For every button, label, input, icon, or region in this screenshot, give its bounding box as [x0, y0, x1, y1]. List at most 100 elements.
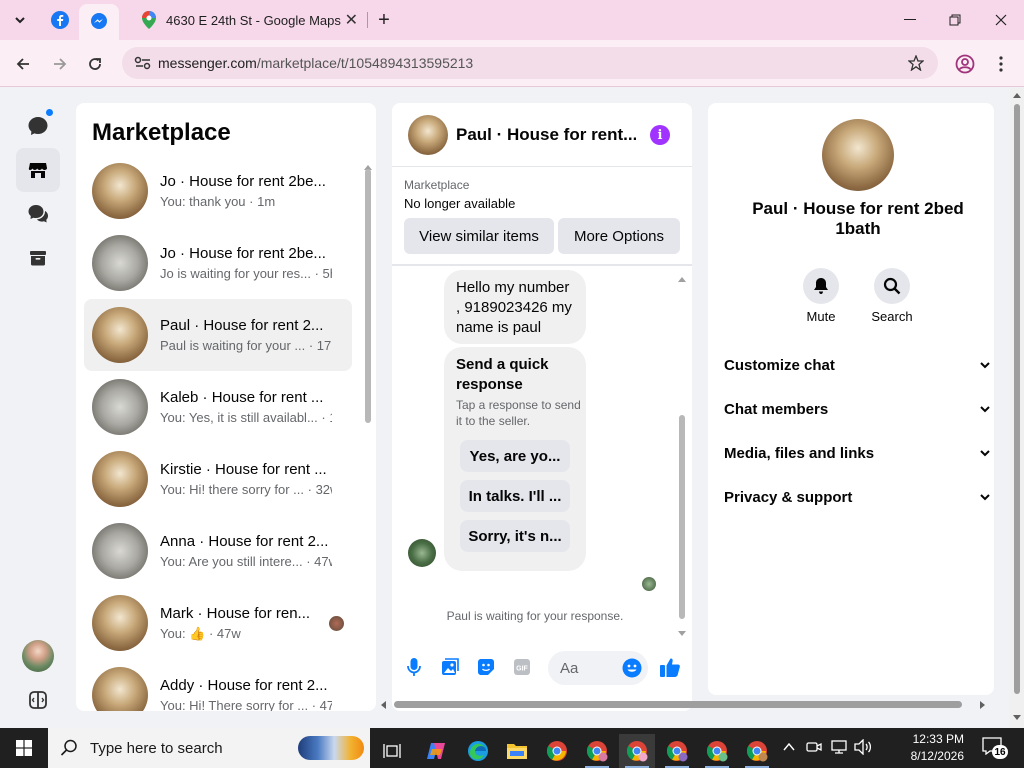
- conversation-item[interactable]: Anna · House for rent 2... You: Are you s…: [84, 515, 352, 587]
- conversation-item[interactable]: Jo · House for rent 2be... Jo is waiting …: [84, 227, 352, 299]
- search-label: Search: [871, 309, 913, 324]
- taskbar-search-box[interactable]: Type here to search: [48, 728, 370, 768]
- toggle-sidebar-button[interactable]: [16, 678, 60, 722]
- task-view-icon: [383, 744, 401, 758]
- scroll-up-arrow[interactable]: [1013, 92, 1021, 98]
- sticker-icon[interactable]: [476, 657, 496, 677]
- profile-button[interactable]: [951, 50, 979, 78]
- quick-reply-button[interactable]: Yes, are yo...: [460, 440, 570, 472]
- tab-search-dropdown[interactable]: [7, 7, 33, 33]
- requests-nav-button[interactable]: [16, 192, 60, 236]
- tab-separator: [367, 12, 368, 28]
- restore-button[interactable]: [935, 8, 975, 32]
- listing-thumbnail[interactable]: [408, 114, 448, 155]
- chrome-profile-4-button[interactable]: [699, 734, 735, 768]
- conversation-item[interactable]: Kirstie · House for rent ... You: Hi! the…: [84, 443, 352, 515]
- new-tab-button[interactable]: +: [371, 7, 397, 33]
- chat-members-section[interactable]: Chat members: [724, 394, 990, 424]
- bell-icon: [814, 278, 828, 294]
- chrome-profile-1-button[interactable]: [579, 734, 615, 768]
- bookmark-star-icon[interactable]: [908, 55, 924, 71]
- forward-button[interactable]: [46, 50, 74, 78]
- chat-title[interactable]: Paul · House for rent...: [456, 125, 636, 145]
- close-tab-icon[interactable]: ✕: [345, 10, 358, 30]
- copilot-button[interactable]: [418, 734, 454, 768]
- like-send-button[interactable]: [658, 655, 682, 679]
- close-window-button[interactable]: [981, 8, 1021, 32]
- chat-scroll-up-arrow[interactable]: [678, 269, 686, 282]
- tab-google-maps[interactable]: 4630 E 24th St - Google Maps ✕: [132, 6, 364, 34]
- chat-scroll-down-arrow[interactable]: [678, 624, 686, 636]
- archive-icon: [30, 251, 46, 266]
- back-button[interactable]: [9, 50, 37, 78]
- message-input-placeholder: Aa: [560, 659, 579, 677]
- scroll-right-arrow[interactable]: [980, 701, 986, 709]
- notifications-button[interactable]: 16: [982, 737, 1008, 759]
- chrome-profile-3-button[interactable]: [659, 734, 695, 768]
- chrome-profile-2-button[interactable]: [619, 734, 655, 768]
- conversation-snippet: You: 👍 · 47w: [160, 625, 241, 641]
- clock-date[interactable]: 8/12/2026: [890, 749, 964, 763]
- page-vertical-scrollbar[interactable]: [1010, 88, 1024, 728]
- page-horizontal-scrollbar[interactable]: [378, 698, 992, 712]
- microphone-icon[interactable]: [404, 657, 424, 677]
- chat-header: Paul · House for rent... i: [392, 103, 692, 167]
- start-button[interactable]: [0, 728, 48, 768]
- conversation-item[interactable]: Jo · House for rent 2be... You: thank you…: [84, 155, 352, 227]
- user-avatar-button[interactable]: [16, 634, 60, 678]
- clock-time[interactable]: 12:33 PM: [890, 732, 964, 746]
- chrome-icon: [586, 741, 608, 762]
- network-icon[interactable]: [830, 739, 848, 760]
- media-files-links-section[interactable]: Media, files and links: [724, 438, 990, 468]
- search-highlight-image[interactable]: [298, 736, 364, 760]
- chat-scrollbar-thumb[interactable]: [679, 415, 685, 619]
- address-bar[interactable]: messenger.com/marketplace/t/105489431359…: [122, 47, 938, 79]
- archive-nav-button[interactable]: [16, 236, 60, 280]
- chrome-button[interactable]: [539, 734, 575, 768]
- minimize-button[interactable]: [890, 8, 930, 32]
- page-scrollbar-thumb[interactable]: [1014, 104, 1020, 694]
- scroll-up-arrow[interactable]: [364, 157, 372, 170]
- mute-button[interactable]: [803, 268, 839, 304]
- meet-now-icon[interactable]: [806, 739, 822, 760]
- emoji-icon[interactable]: [622, 658, 642, 678]
- url-host: messenger.com: [158, 55, 257, 71]
- marketplace-nav-button[interactable]: [16, 148, 60, 192]
- customize-chat-section[interactable]: Customize chat: [724, 350, 990, 380]
- conversation-item[interactable]: Addy · House for rent 2... You: Hi! There…: [84, 659, 352, 711]
- listing-thumbnail: [92, 595, 148, 651]
- conversation-item[interactable]: Mark · House for ren... You: 👍 · 47w: [84, 587, 352, 659]
- reload-button[interactable]: [81, 50, 109, 78]
- volume-icon[interactable]: [854, 738, 872, 760]
- show-hidden-icons-button[interactable]: [782, 740, 796, 759]
- file-explorer-button[interactable]: [499, 734, 535, 768]
- conversation-item[interactable]: Kaleb · House for rent ... You: Yes, it i…: [84, 371, 352, 443]
- message-input[interactable]: Aa: [548, 651, 648, 685]
- conversation-info-panel: Paul · House for rent 2bed 1bath Mute Se…: [708, 103, 994, 695]
- site-settings-icon[interactable]: [134, 56, 152, 70]
- quick-reply-button[interactable]: Sorry, it's n...: [460, 520, 570, 552]
- view-similar-button[interactable]: View similar items: [404, 218, 554, 254]
- gif-icon[interactable]: GIF: [512, 657, 532, 677]
- conversation-item-selected[interactable]: Paul · House for rent 2... Paul is waitin…: [84, 299, 352, 371]
- chats-nav-button[interactable]: [16, 104, 60, 148]
- scroll-down-arrow[interactable]: [1013, 715, 1021, 721]
- browser-menu-button[interactable]: [987, 50, 1015, 78]
- chrome-profile-5-button[interactable]: [739, 734, 775, 768]
- tab-facebook[interactable]: [47, 7, 73, 33]
- scroll-left-arrow[interactable]: [380, 701, 386, 709]
- search-in-conversation-button[interactable]: [874, 268, 910, 304]
- messenger-page: Marketplace Jo · House for rent 2be... Yo…: [0, 88, 1010, 728]
- more-options-button[interactable]: More Options: [558, 218, 680, 254]
- task-view-button[interactable]: [374, 734, 410, 768]
- chevron-down-icon: [980, 450, 990, 457]
- quick-reply-button[interactable]: In talks. I'll ...: [460, 480, 570, 512]
- info-icon[interactable]: i: [650, 125, 670, 145]
- chrome-icon: [706, 741, 728, 762]
- list-scrollbar-thumb[interactable]: [365, 169, 371, 423]
- photo-icon[interactable]: [440, 657, 460, 677]
- privacy-support-section[interactable]: Privacy & support: [724, 482, 990, 512]
- edge-button[interactable]: [460, 734, 496, 768]
- horizontal-scrollbar-thumb[interactable]: [394, 701, 962, 708]
- tab-messenger[interactable]: [79, 4, 119, 40]
